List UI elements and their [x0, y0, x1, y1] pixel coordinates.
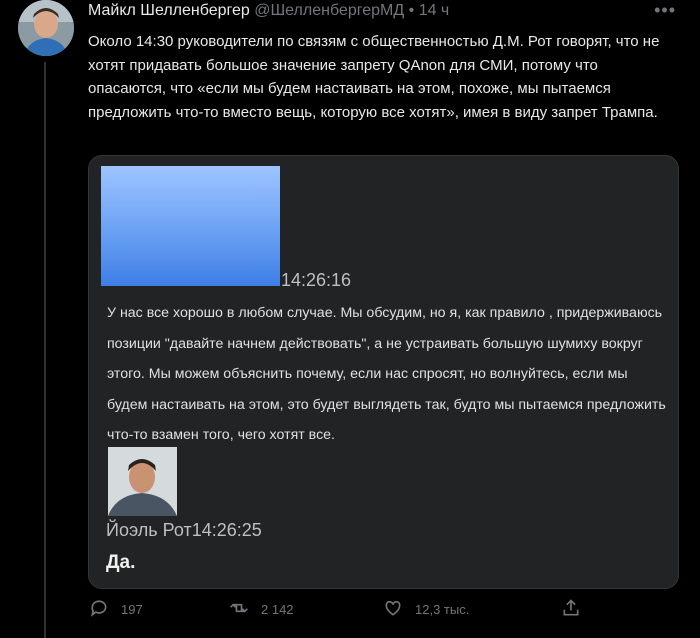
like-count: 12,3 тыс. — [415, 602, 470, 617]
author-avatar[interactable] — [18, 0, 74, 56]
retweet-count: 2 142 — [261, 602, 294, 617]
share-icon — [561, 598, 581, 621]
retweet-icon — [229, 598, 249, 621]
sender-line: Йоэль Рот14:26:25 — [106, 520, 262, 541]
tweet-actions: 197 2 142 12,3 тыс. — [0, 598, 700, 628]
author-handle[interactable]: @ШелленбергерМД — [254, 2, 404, 19]
redacted-avatar-block — [101, 166, 280, 286]
sender-photo — [108, 447, 177, 516]
sender-name: Йоэль Рот — [106, 520, 192, 540]
reply-count: 197 — [121, 602, 143, 617]
header-separator: • — [408, 2, 415, 19]
like-button[interactable]: 12,3 тыс. — [383, 598, 469, 621]
reply-icon — [89, 598, 109, 621]
share-button[interactable] — [561, 598, 581, 621]
sender-timestamp: 14:26:25 — [191, 520, 262, 540]
author-name[interactable]: Майкл Шелленбергер — [88, 2, 250, 19]
reply-message: Да. — [106, 552, 136, 573]
tweet-header: Майкл Шелленбергер @ШелленбергерМД • 14 … — [88, 2, 449, 20]
chat-message: У нас все хорошо в любом случае. Мы обсу… — [107, 305, 666, 443]
embedded-screenshot[interactable]: 14:26:16 У нас все хорошо в любом случае… — [88, 155, 679, 589]
heart-icon — [383, 598, 403, 621]
retweet-button[interactable]: 2 142 — [229, 598, 294, 621]
reply-button[interactable]: 197 — [89, 598, 143, 621]
thread-line — [44, 62, 46, 638]
tweet-time[interactable]: 14 ч — [419, 2, 450, 19]
more-options-icon[interactable]: ••• — [654, 0, 676, 21]
message-timestamp: 14:26:16 — [281, 270, 352, 290]
tweet-text: Около 14:30 руководители по связям с общ… — [88, 33, 660, 121]
